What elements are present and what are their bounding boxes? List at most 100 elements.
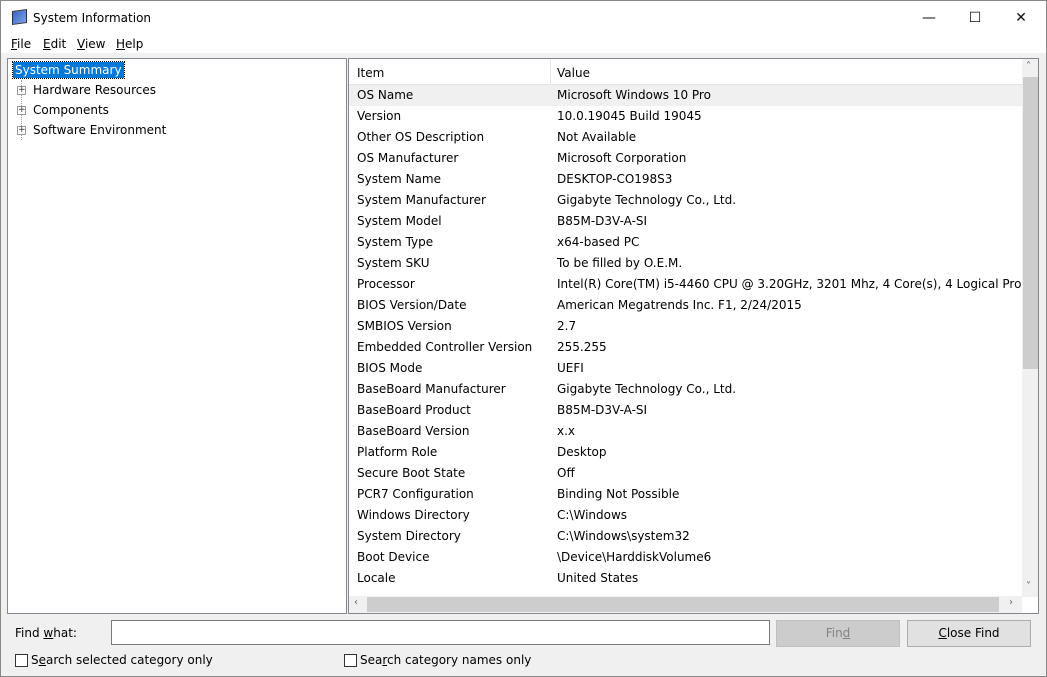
scroll-right-icon[interactable]: ›	[1009, 597, 1013, 608]
table-row[interactable]: Other OS Description Not Available	[349, 127, 1022, 148]
item-cell: System Type	[357, 235, 434, 249]
menu-file-label: ile	[17, 37, 32, 51]
table-row[interactable]: OS Name Microsoft Windows 10 Pro	[349, 85, 1022, 106]
expand-icon[interactable]: +	[17, 106, 26, 115]
table-row[interactable]: Secure Boot State Off	[349, 463, 1022, 484]
find-what-label: Find what:	[15, 626, 77, 640]
item-cell: System Manufacturer	[357, 193, 486, 207]
chk1-key: e	[38, 653, 47, 667]
table-row[interactable]: SMBIOS Version 2.7	[349, 316, 1022, 337]
checkbox-box[interactable]	[15, 653, 28, 667]
value-cell: \Device\HarddiskVolume6	[557, 550, 712, 564]
close-find-button[interactable]: Close Find	[907, 620, 1031, 647]
menu-file[interactable]: File	[11, 37, 31, 51]
chk1-a: S	[31, 653, 39, 667]
vertical-scroll-thumb[interactable]	[1023, 77, 1038, 369]
table-row[interactable]: Boot Device \Device\HarddiskVolume6	[349, 547, 1022, 568]
item-cell: Windows Directory	[357, 508, 470, 522]
item-cell: Platform Role	[357, 445, 438, 459]
find-button[interactable]: Find	[776, 620, 900, 647]
details-list: Item Value OS Name Microsoft Windows 10 P…	[348, 58, 1039, 614]
table-row[interactable]: OS Manufacturer Microsoft Corporation	[349, 148, 1022, 169]
item-cell: System SKU	[357, 256, 430, 270]
find-what-input[interactable]	[111, 620, 770, 645]
item-cell: Boot Device	[357, 550, 430, 564]
value-cell: UEFI	[557, 361, 584, 375]
table-row[interactable]: Processor Intel(R) Core(TM) i5-4460 CPU @…	[349, 274, 1022, 295]
checkbox-box[interactable]	[344, 653, 357, 667]
table-row[interactable]: System Directory C:\Windows\system32	[349, 526, 1022, 547]
scroll-down-icon[interactable]: ˅	[1026, 581, 1031, 592]
table-row[interactable]: System Manufacturer Gigabyte Technology C…	[349, 190, 1022, 211]
value-cell: B85M-D3V-A-SI	[557, 214, 648, 228]
value-cell: 2.7	[557, 319, 577, 333]
table-row[interactable]: System Model B85M-D3V-A-SI	[349, 211, 1022, 232]
item-cell: Secure Boot State	[357, 466, 466, 480]
title-bar: System Information — ☐ ✕	[1, 1, 1046, 35]
menu-bar: File Edit View Help	[1, 35, 1046, 53]
chk2-b: ch category names only	[387, 653, 532, 667]
find-button-text: Fin	[825, 626, 843, 640]
item-cell: Locale	[357, 571, 396, 585]
table-row[interactable]: BaseBoard Manufacturer Gigabyte Technolog…	[349, 379, 1022, 400]
list-rows: OS Name Microsoft Windows 10 Pro Version 10…	[349, 85, 1022, 596]
menu-help[interactable]: Help	[116, 37, 143, 51]
checkbox-label: Search selected category only	[31, 653, 213, 667]
checkbox-label: Search category names only	[360, 653, 531, 667]
value-cell: x64-based PC	[557, 235, 640, 249]
menu-view-label: iew	[84, 37, 106, 51]
table-row[interactable]: Platform Role Desktop	[349, 442, 1022, 463]
menu-help-key: H	[116, 37, 126, 51]
scroll-left-icon[interactable]: ‹	[354, 597, 358, 608]
table-row[interactable]: BIOS Mode UEFI	[349, 358, 1022, 379]
value-cell: Gigabyte Technology Co., Ltd.	[557, 382, 737, 396]
item-cell: Embedded Controller Version	[357, 340, 533, 354]
table-row[interactable]: System Type x64-based PC	[349, 232, 1022, 253]
system-information-window: System Information — ☐ ✕ File Edit View …	[0, 0, 1047, 677]
tree-item-system-summary[interactable]: System Summary	[12, 61, 125, 79]
tree-item-components[interactable]: Components	[33, 103, 109, 117]
find-button-key: d	[842, 626, 851, 640]
table-row[interactable]: BaseBoard Version x.x	[349, 421, 1022, 442]
value-cell: Off	[557, 466, 575, 480]
search-selected-category-checkbox[interactable]: Search selected category only	[15, 653, 213, 667]
horizontal-scrollbar[interactable]: ‹ ›	[349, 596, 1022, 613]
scroll-up-icon[interactable]: ˄	[1026, 61, 1031, 72]
item-cell: BaseBoard Version	[357, 424, 470, 438]
column-header-value[interactable]: Value	[557, 66, 590, 80]
menu-edit[interactable]: Edit	[43, 37, 66, 51]
minimize-button[interactable]: —	[906, 1, 952, 35]
value-cell: 255.255	[557, 340, 607, 354]
table-row[interactable]: Windows Directory C:\Windows	[349, 505, 1022, 526]
tree-item-software-environment[interactable]: Software Environment	[33, 123, 166, 137]
table-row[interactable]: Version 10.0.19045 Build 19045	[349, 106, 1022, 127]
column-divider[interactable]	[550, 59, 551, 85]
category-tree: System Summary + Hardware Resources + Co…	[7, 58, 347, 614]
table-row[interactable]: Locale United States	[349, 568, 1022, 589]
maximize-button[interactable]: ☐	[952, 1, 998, 35]
table-row[interactable]: System SKU To be filled by O.E.M.	[349, 253, 1022, 274]
close-button[interactable]: ✕	[998, 1, 1044, 35]
horizontal-scroll-thumb[interactable]	[367, 597, 999, 612]
table-row[interactable]: PCR7 Configuration Binding Not Possible	[349, 484, 1022, 505]
table-row[interactable]: System Name DESKTOP-CO198S3	[349, 169, 1022, 190]
tree-item-hardware-resources[interactable]: Hardware Resources	[33, 83, 156, 97]
table-row[interactable]: BaseBoard Product B85M-D3V-A-SI	[349, 400, 1022, 421]
expand-icon[interactable]: +	[17, 86, 26, 95]
expand-icon[interactable]: +	[17, 126, 26, 135]
value-cell: B85M-D3V-A-SI	[557, 403, 648, 417]
column-header-item[interactable]: Item	[357, 66, 384, 80]
chk1-b: arch selected category only	[46, 653, 213, 667]
item-cell: Version	[357, 109, 402, 123]
item-cell: Processor	[357, 277, 415, 291]
find-label-key: w	[43, 626, 54, 640]
value-cell: DESKTOP-CO198S3	[557, 172, 673, 186]
search-category-names-checkbox[interactable]: Search category names only	[344, 653, 531, 667]
table-row[interactable]: BIOS Version/Date American Megatrends Inc…	[349, 295, 1022, 316]
menu-view[interactable]: View	[77, 37, 105, 51]
table-row[interactable]: Embedded Controller Version 255.255	[349, 337, 1022, 358]
value-cell: American Megatrends Inc. F1, 2/24/2015	[557, 298, 802, 312]
close-find-text: lose Find	[946, 626, 1000, 640]
vertical-scrollbar[interactable]: ˄ ˅	[1022, 59, 1038, 597]
window-title: System Information	[33, 11, 152, 25]
